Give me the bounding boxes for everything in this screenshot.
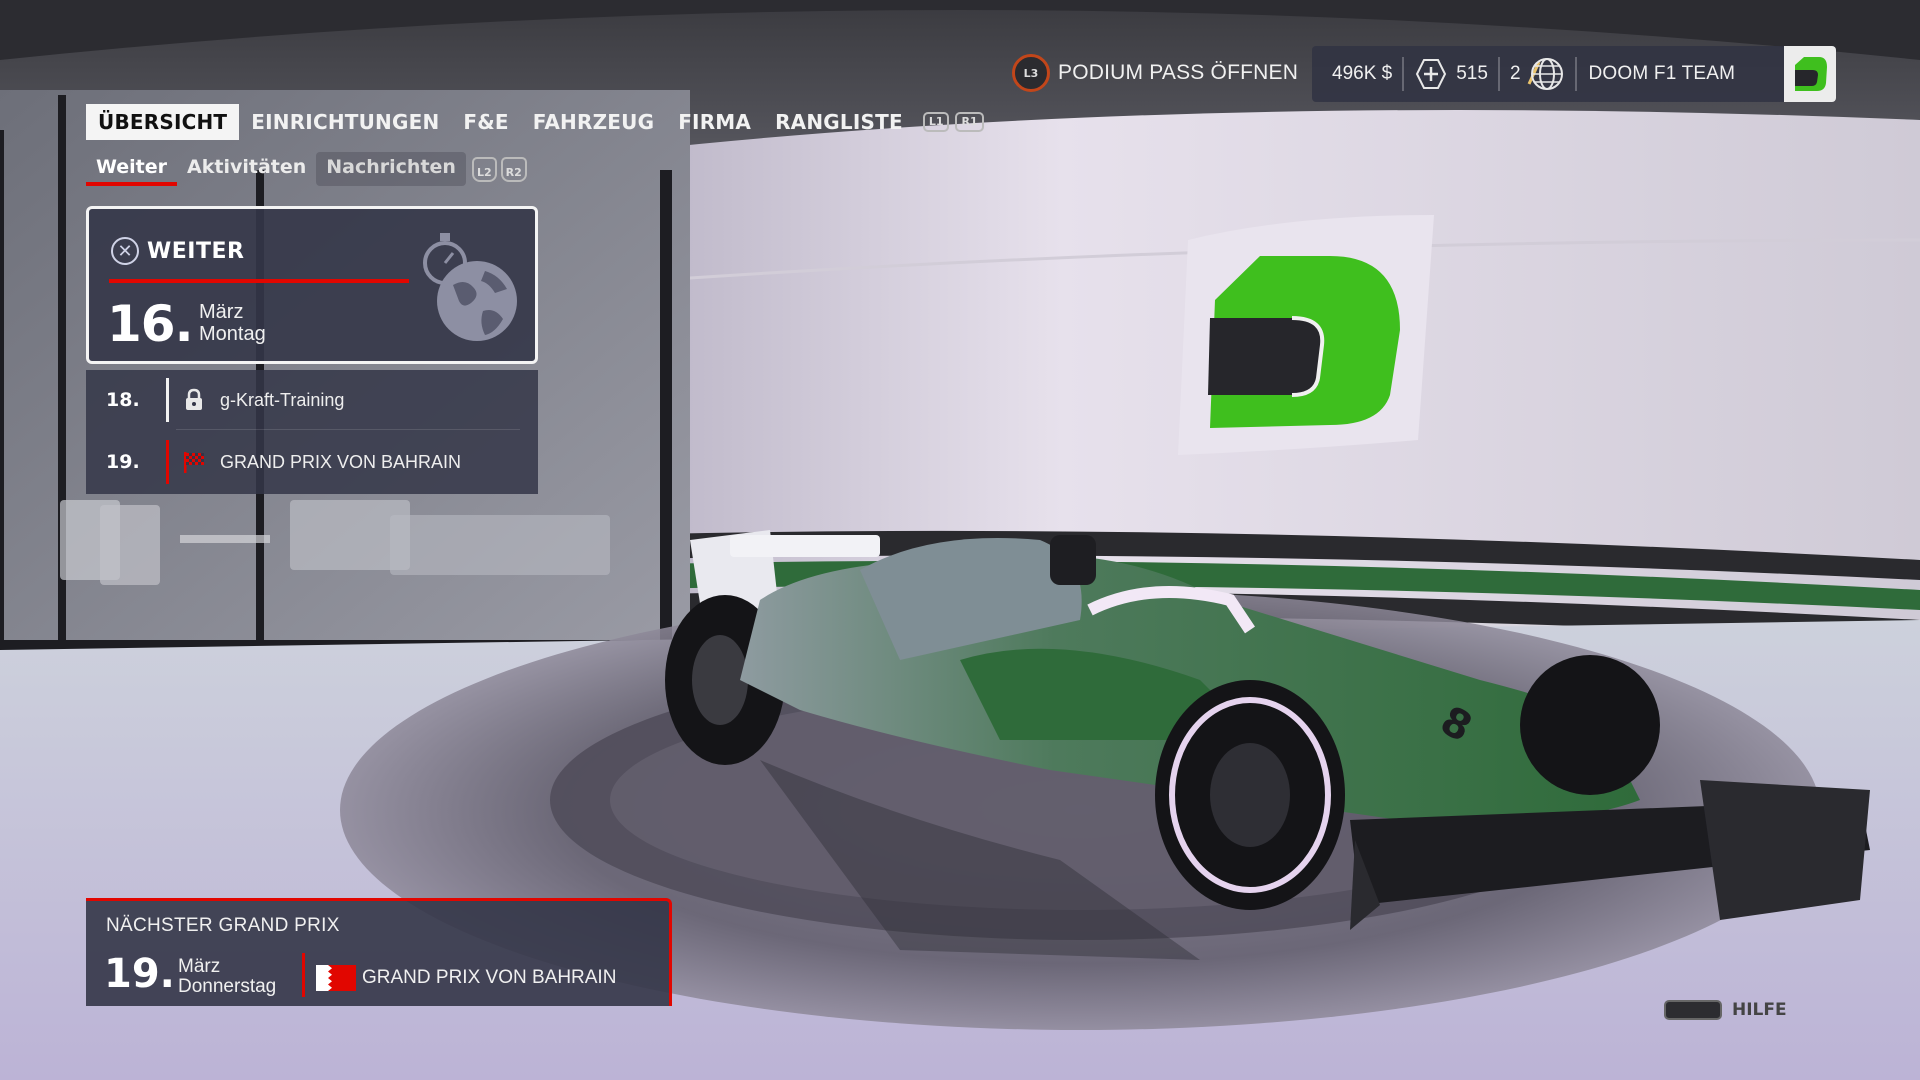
list-item[interactable]: 18. g-Kraft-Training — [86, 370, 538, 430]
tab-firma[interactable]: FIRMA — [666, 104, 763, 140]
tab-uebersicht[interactable]: ÜBERSICHT — [86, 104, 240, 140]
globe-icon — [1527, 58, 1563, 90]
team-name: DOOM F1 TEAM — [1588, 63, 1736, 84]
continue-card-title: WEITER — [147, 238, 245, 264]
next-grand-prix-caption: NÄCHSTER GRAND PRIX — [106, 915, 340, 936]
current-day: 16. — [107, 295, 194, 353]
l2-button-hint: L2 — [471, 156, 497, 182]
list-item[interactable]: 19. GRAND PRIX VON BAHRAIN — [86, 432, 538, 492]
money-value: 496K $ — [1332, 63, 1393, 84]
next-grand-prix-panel: NÄCHSTER GRAND PRIX 19. März Donnerstag … — [86, 898, 672, 1006]
tab-rangliste[interactable]: RANGLISTE — [763, 104, 915, 140]
r2-button-hint: R2 — [500, 156, 527, 182]
next-gp-month: März — [178, 956, 221, 977]
cross-button-icon: ✕ — [111, 237, 139, 265]
resource-points: 515 — [1414, 57, 1488, 91]
event-name: GRAND PRIX VON BAHRAIN — [220, 451, 462, 472]
touchpad-icon — [1664, 1000, 1722, 1020]
tab-einrichtungen[interactable]: EINRICHTUNGEN — [239, 104, 451, 140]
current-date-text: März Montag — [199, 301, 266, 345]
next-gp-weekday: Donnerstag — [178, 976, 277, 997]
next-gp-date-text: März Donnerstag — [178, 957, 276, 997]
next-gp-name: GRAND PRIX VON BAHRAIN — [362, 967, 617, 988]
status-divider — [1574, 57, 1577, 91]
current-weekday: Montag — [199, 323, 266, 345]
event-day: 18. — [106, 389, 140, 411]
podium-pass-button[interactable]: L3 PODIUM PASS ÖFFNEN — [1012, 54, 1298, 92]
resource-points-value: 515 — [1456, 63, 1488, 84]
resource-points-icon — [1414, 57, 1448, 91]
l3-button-icon: L3 — [1012, 54, 1050, 92]
tab-fahrzeug[interactable]: FAHRZEUG — [521, 104, 666, 140]
checkered-flag-icon — [184, 452, 204, 473]
subtab-aktivitaeten[interactable]: Aktivitäten — [177, 152, 316, 186]
event-marker — [166, 440, 169, 484]
main-tabs: ÜBERSICHT EINRICHTUNGEN F&E FAHRZEUG FIR… — [86, 104, 984, 140]
sub-tabs: Weiter Aktivitäten Nachrichten L2 R2 — [86, 152, 527, 186]
subtab-weiter[interactable]: Weiter — [86, 152, 178, 186]
next-gp-day: 19. — [104, 951, 175, 997]
status-divider — [1497, 57, 1500, 91]
stopwatch-globe-icon — [423, 233, 517, 341]
subtab-nachrichten[interactable]: Nachrichten — [316, 152, 466, 186]
help-label: HILFE — [1732, 1000, 1787, 1020]
accent-bar — [302, 953, 305, 997]
r1-button-hint: R1 — [955, 112, 984, 132]
event-day: 19. — [106, 451, 140, 473]
upcoming-events-list: 18. g-Kraft-Training 19. GRAND PRIX VON … — [86, 370, 538, 494]
podium-pass-label: PODIUM PASS ÖFFNEN — [1058, 61, 1299, 84]
event-name: g-Kraft-Training — [220, 389, 345, 410]
current-month: März — [199, 301, 244, 323]
team-wall-logo — [1178, 215, 1434, 455]
status-divider — [1402, 57, 1405, 91]
l1-button-hint: L1 — [922, 112, 950, 132]
accent-line — [109, 279, 409, 283]
bahrain-flag-icon — [316, 965, 356, 991]
level-indicator: 2 — [1510, 54, 1565, 94]
help-button[interactable]: HILFE — [1664, 1000, 1787, 1020]
row-divider — [176, 429, 520, 430]
status-bar: 496K $ 515 2 DOOM F1 TEAM — [1312, 46, 1836, 102]
lock-icon — [186, 388, 202, 410]
level-value: 2 — [1509, 63, 1521, 84]
continue-card-header: ✕ WEITER — [111, 237, 244, 265]
tab-fe[interactable]: F&E — [451, 104, 520, 140]
team-logo-icon — [1784, 46, 1836, 102]
event-marker — [166, 378, 169, 422]
continue-card[interactable]: ✕ WEITER 16. März Montag — [86, 206, 538, 364]
